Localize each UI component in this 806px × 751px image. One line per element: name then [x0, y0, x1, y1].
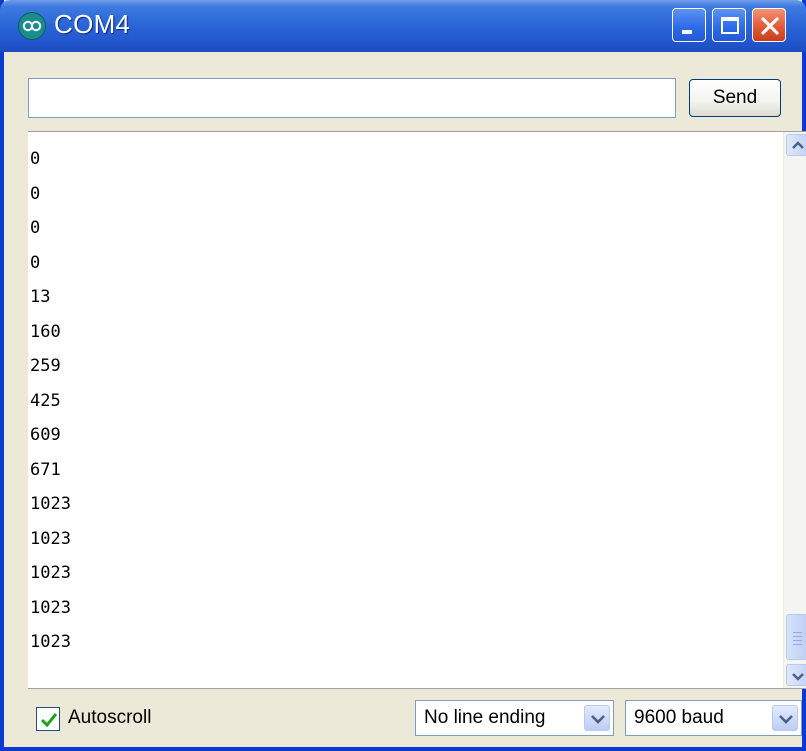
checkmark-icon — [40, 713, 58, 728]
maximize-icon — [721, 17, 739, 34]
chevron-down-icon — [591, 715, 605, 724]
output-line: 425 — [30, 390, 61, 411]
output-line: 160 — [30, 321, 61, 342]
serial-output-lines: 0 0 0 0 13 160 259 425 609 671 1023 1023… — [30, 142, 71, 660]
thumb-grip-line — [793, 632, 802, 633]
autoscroll-checkbox[interactable] — [36, 707, 60, 731]
minimize-icon — [682, 30, 692, 34]
minimize-button[interactable] — [672, 8, 706, 42]
maximize-button[interactable] — [712, 8, 746, 42]
baud-rate-select[interactable]: 9600 baud — [625, 700, 802, 736]
close-icon — [761, 17, 779, 35]
output-line: 1023 — [30, 632, 71, 652]
baud-rate-value: 9600 baud — [634, 707, 724, 728]
output-line: 609 — [30, 425, 61, 445]
output-line: 0 — [30, 183, 41, 204]
serial-monitor-window: COM4 Send 0 0 0 0 13 160 259 425 609 671… — [0, 0, 806, 751]
send-button[interactable]: Send — [689, 79, 781, 117]
title-bar[interactable]: COM4 — [0, 0, 806, 52]
output-line: 13 — [30, 287, 51, 307]
line-ending-value: No line ending — [424, 707, 546, 728]
thumb-grip-line — [793, 640, 802, 641]
send-input[interactable] — [28, 78, 676, 118]
chevron-down-icon — [779, 715, 793, 724]
output-line: 671 — [30, 459, 61, 480]
chevron-up-icon — [792, 141, 804, 149]
arduino-logo-icon — [18, 12, 46, 40]
vertical-scrollbar[interactable] — [783, 132, 806, 688]
line-ending-dropdown-button[interactable] — [584, 705, 610, 731]
serial-output-area[interactable]: 0 0 0 0 13 160 259 425 609 671 1023 1023… — [28, 131, 806, 689]
line-ending-select[interactable]: No line ending — [415, 700, 614, 736]
close-button[interactable] — [752, 8, 786, 42]
output-line: 259 — [30, 356, 61, 376]
output-line: 0 — [30, 252, 41, 273]
scrollbar-thumb[interactable] — [786, 614, 806, 660]
output-line: 1023 — [30, 494, 71, 514]
baud-rate-dropdown-button[interactable] — [772, 705, 798, 731]
scroll-down-button[interactable] — [786, 664, 806, 686]
output-line: 1023 — [30, 597, 71, 618]
output-line: 1023 — [30, 563, 71, 583]
output-line: 1023 — [30, 528, 71, 549]
scroll-up-button[interactable] — [786, 134, 806, 156]
output-line: 0 — [30, 149, 41, 169]
thumb-grip-line — [793, 636, 802, 637]
window-title: COM4 — [54, 9, 131, 39]
output-line: 0 — [30, 218, 41, 238]
autoscroll-label: Autoscroll — [68, 707, 152, 728]
chevron-down-icon — [792, 673, 804, 681]
thumb-grip-line — [793, 644, 802, 645]
